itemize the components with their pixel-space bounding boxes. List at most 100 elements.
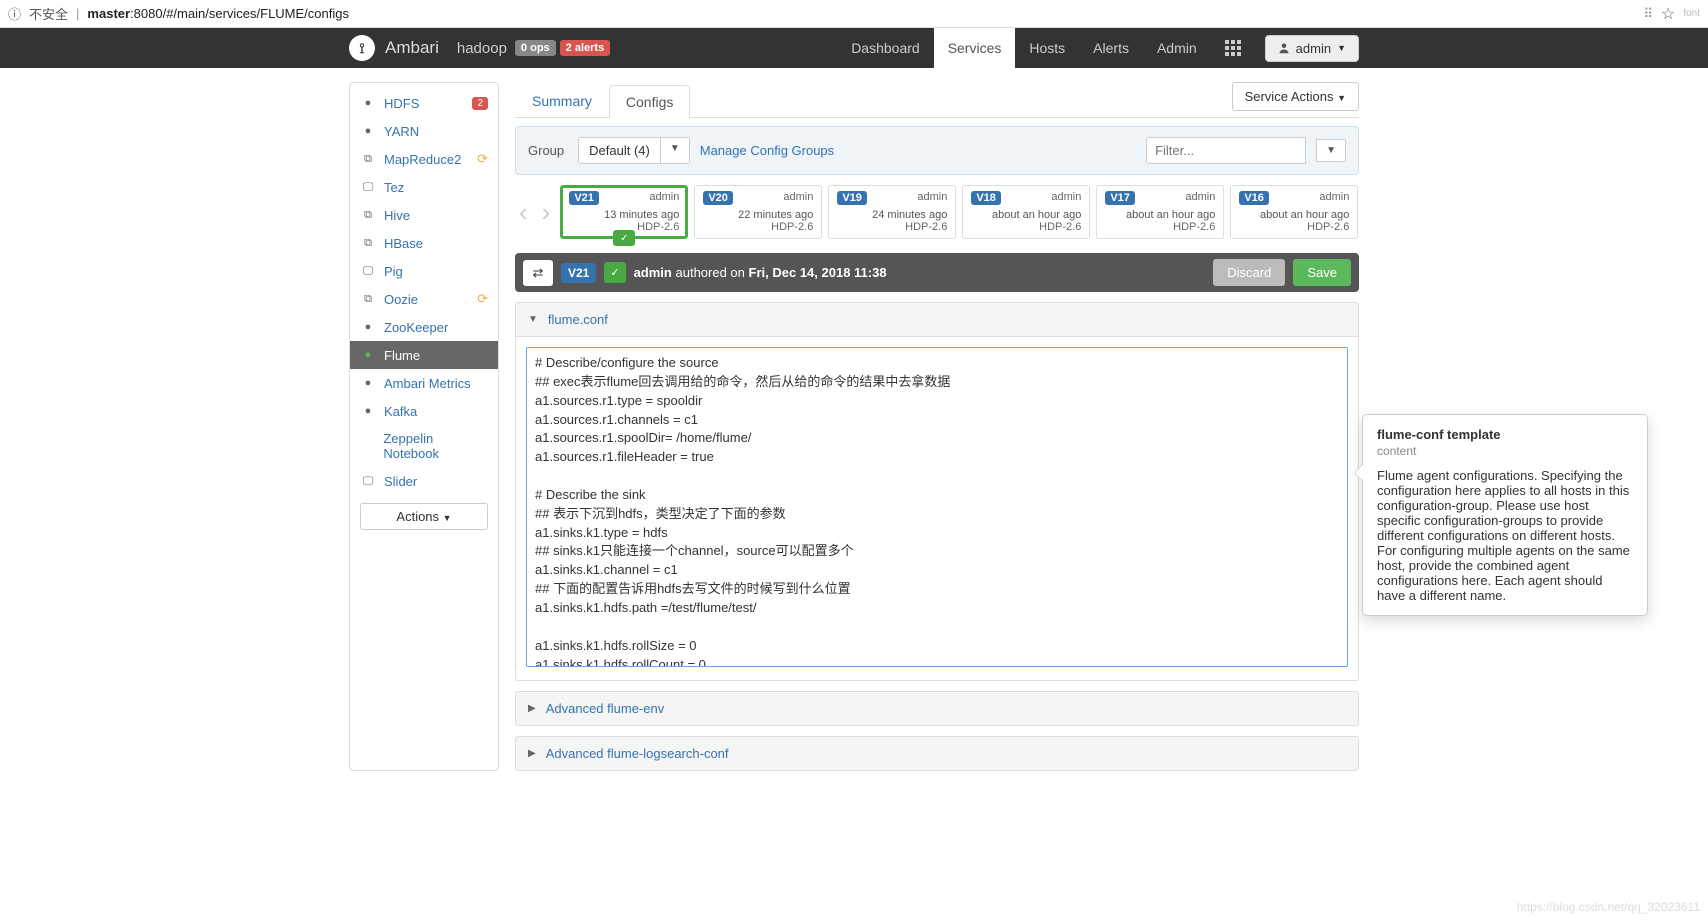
- caret-down-icon: ▼: [1337, 93, 1346, 103]
- sidebar-item-hive[interactable]: ⧉Hive: [350, 201, 498, 229]
- sidebar-item-label: Flume: [384, 348, 420, 363]
- sidebar-item-yarn[interactable]: ●YARN: [350, 117, 498, 145]
- version-stack: HDP-2.6: [971, 221, 1081, 233]
- panel-flume-conf: ▼ flume.conf: [515, 302, 1359, 681]
- main-content: Summary Configs Service Actions ▼ Group …: [515, 82, 1359, 771]
- version-card-v16[interactable]: V16adminabout an hour agoHDP-2.6: [1230, 185, 1358, 239]
- filter-input[interactable]: [1146, 137, 1306, 164]
- panel-title: Advanced flume-logsearch-conf: [546, 746, 729, 761]
- watermark: https://blog.csdn.net/qq_32023611: [1517, 900, 1700, 914]
- nav-alerts[interactable]: Alerts: [1079, 28, 1143, 68]
- panel-advanced-flume-logsearch: ▶ Advanced flume-logsearch-conf: [515, 736, 1359, 771]
- version-card-v21[interactable]: V21admin13 minutes agoHDP-2.6✓: [560, 185, 688, 239]
- group-label: Group: [528, 143, 564, 158]
- user-menu[interactable]: admin ▼: [1265, 35, 1359, 62]
- panel-header-advanced-flume-logsearch[interactable]: ▶ Advanced flume-logsearch-conf: [516, 737, 1358, 770]
- font-label: font: [1683, 8, 1700, 19]
- host-icon: 🖵: [360, 473, 376, 489]
- version-time: 24 minutes ago: [837, 209, 947, 221]
- package-icon: ⧉: [360, 151, 376, 167]
- sidebar-item-kafka[interactable]: ●Kafka: [350, 397, 498, 425]
- sidebar-item-label: YARN: [384, 124, 419, 139]
- check-icon: ✓: [613, 230, 635, 246]
- version-tag: V19: [837, 191, 867, 205]
- sidebar-item-tez[interactable]: 🖵 Tez: [350, 173, 498, 201]
- browser-bar: ⓘ 不安全 | master:8080/#/main/services/FLUM…: [0, 0, 1708, 28]
- nav-dashboard[interactable]: Dashboard: [837, 28, 934, 68]
- nav-hosts[interactable]: Hosts: [1015, 28, 1079, 68]
- alert-count-badge: 2: [472, 97, 488, 110]
- sidebar-item-label: Tez: [384, 180, 404, 195]
- version-card-v17[interactable]: V17adminabout an hour agoHDP-2.6: [1096, 185, 1224, 239]
- host-icon: 🖵: [360, 263, 376, 279]
- sidebar-item-oozie[interactable]: ⧉Oozie⟳: [350, 285, 498, 313]
- tooltip-title: flume-conf template: [1377, 427, 1633, 442]
- sidebar-item-slider[interactable]: 🖵Slider: [350, 467, 498, 495]
- version-stack: HDP-2.6: [703, 221, 813, 233]
- sidebar-item-zookeeper[interactable]: ●ZooKeeper: [350, 313, 498, 341]
- panel-title: Advanced flume-env: [546, 701, 665, 716]
- tab-summary[interactable]: Summary: [515, 84, 609, 117]
- version-time: about an hour ago: [1105, 209, 1215, 221]
- versions-next-icon[interactable]: ›: [538, 197, 555, 228]
- flume-conf-editor[interactable]: [526, 347, 1348, 667]
- sidebar-item-label: HDFS: [384, 96, 419, 111]
- alerts-badge[interactable]: 2 alerts: [560, 40, 611, 56]
- ops-badge[interactable]: 0 ops: [515, 40, 556, 56]
- user-label: admin: [1296, 41, 1331, 56]
- group-select[interactable]: Default (4) ▼: [578, 137, 690, 164]
- current-version-tag: V21: [561, 263, 596, 283]
- sidebar-item-hdfs[interactable]: ●HDFS2: [350, 89, 498, 117]
- sidebar-item-ambari-metrics[interactable]: ●Ambari Metrics: [350, 369, 498, 397]
- sidebar-item-flume[interactable]: ●Flume: [350, 341, 498, 369]
- versions-prev-icon[interactable]: ‹: [515, 197, 532, 228]
- tooltip-body: Flume agent configurations. Specifying t…: [1377, 468, 1633, 603]
- panel-header-advanced-flume-env[interactable]: ▶ Advanced flume-env: [516, 692, 1358, 725]
- sidebar-item-mapreduce2[interactable]: ⧉MapReduce2⟳: [350, 145, 498, 173]
- brand-name: Ambari: [385, 38, 439, 58]
- tooltip-arrow-icon: [1355, 465, 1363, 481]
- version-tag: V18: [971, 191, 1001, 205]
- package-icon: ⧉: [360, 291, 376, 307]
- version-stack: HDP-2.6: [1105, 221, 1215, 233]
- nav-services[interactable]: Services: [934, 28, 1016, 68]
- version-stack: HDP-2.6: [837, 221, 947, 233]
- service-actions-button[interactable]: Service Actions ▼: [1232, 82, 1359, 111]
- version-card-v19[interactable]: V19admin24 minutes agoHDP-2.6: [828, 185, 956, 239]
- caret-right-icon: ▶: [528, 748, 536, 759]
- views-grid-icon[interactable]: [1211, 40, 1255, 56]
- sidebar-item-label: Oozie: [384, 292, 418, 307]
- package-icon: ⧉: [360, 207, 376, 223]
- tab-configs[interactable]: Configs: [609, 85, 690, 118]
- version-card-v18[interactable]: V18adminabout an hour agoHDP-2.6: [962, 185, 1090, 239]
- translate-icon[interactable]: ⠿: [1643, 6, 1653, 22]
- bookmark-star-icon[interactable]: ☆: [1661, 4, 1675, 24]
- version-save-bar: ⇄ V21 ✓ admin authored on Fri, Dec 14, 2…: [515, 253, 1359, 292]
- sidebar-actions-button[interactable]: Actions ▼: [360, 503, 488, 530]
- cluster-name[interactable]: hadoop: [457, 40, 507, 57]
- discard-button[interactable]: Discard: [1213, 259, 1285, 286]
- tooltip-subtitle: content: [1377, 444, 1633, 458]
- user-icon: [1278, 42, 1290, 54]
- sidebar-item-hbase[interactable]: ⧉HBase: [350, 229, 498, 257]
- compare-button[interactable]: ⇄: [523, 260, 553, 286]
- status-ok-icon: ●: [360, 319, 376, 335]
- filter-caret[interactable]: ▼: [1316, 139, 1346, 162]
- ambari-logo-icon[interactable]: ⟟: [349, 35, 375, 61]
- caret-down-icon: ▼: [661, 137, 690, 164]
- save-button[interactable]: Save: [1293, 259, 1351, 286]
- status-ok-icon: ●: [360, 375, 376, 391]
- panel-header-flume-conf[interactable]: ▼ flume.conf: [516, 303, 1358, 336]
- sidebar-item-label: HBase: [384, 236, 423, 251]
- sidebar-item-zeppelin-notebook[interactable]: Zeppelin Notebook: [350, 425, 498, 467]
- host-icon: 🖵: [360, 179, 376, 195]
- url-host: master:8080/#/main/services/FLUME/config…: [87, 6, 349, 21]
- caret-right-icon: ▶: [528, 703, 536, 714]
- restart-required-icon: ⟳: [477, 151, 488, 167]
- manage-config-groups-link[interactable]: Manage Config Groups: [700, 143, 834, 158]
- blank-icon: [360, 438, 375, 454]
- sidebar-item-pig[interactable]: 🖵Pig: [350, 257, 498, 285]
- version-author: admin: [1051, 191, 1081, 203]
- nav-admin[interactable]: Admin: [1143, 28, 1211, 68]
- version-card-v20[interactable]: V20admin22 minutes agoHDP-2.6: [694, 185, 822, 239]
